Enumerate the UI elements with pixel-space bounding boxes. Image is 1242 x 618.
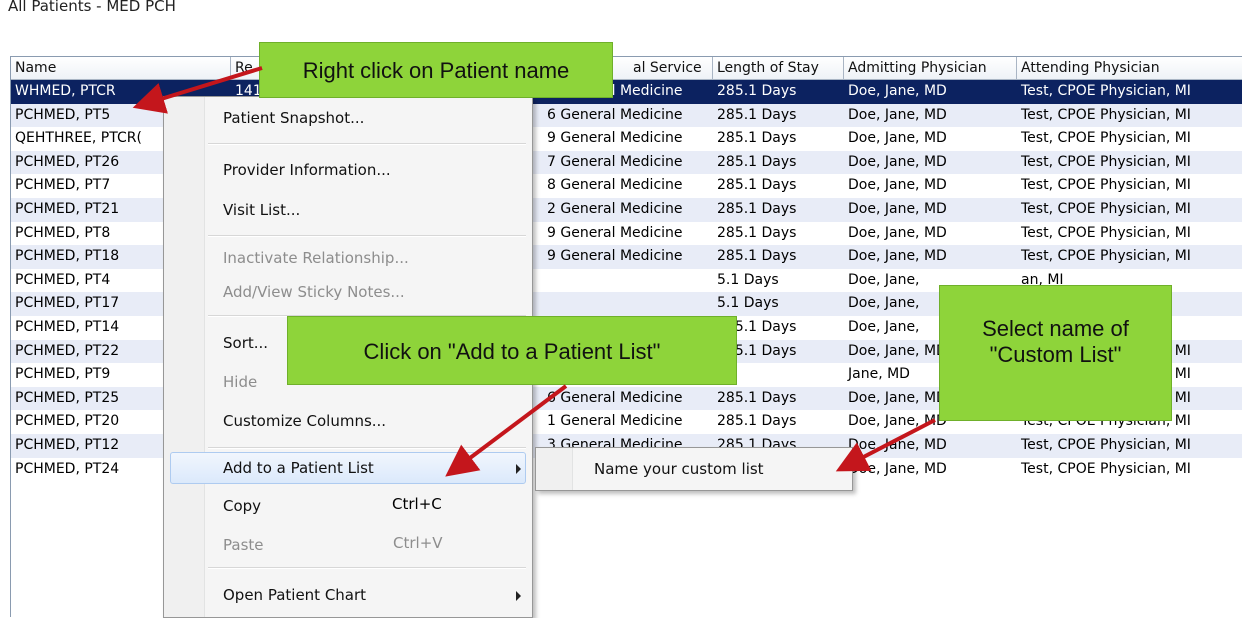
menu-separator xyxy=(208,567,526,569)
cell-service: 6 General Medicine xyxy=(547,106,683,123)
cell-service xyxy=(531,269,713,293)
submenu-item-custom-list[interactable]: Name your custom list xyxy=(594,460,764,478)
cell-service: 7 General Medicine xyxy=(547,153,683,170)
cell-length-of-stay: 285.1 Days xyxy=(717,153,797,170)
paste-shortcut: Ctrl+V xyxy=(393,534,443,552)
cell-length-of-stay: 285.1 Days xyxy=(717,130,797,147)
cell-service: 9 General Medicine xyxy=(547,224,683,241)
patient-list-submenu: Name your custom list xyxy=(535,447,853,491)
cell-attending-physician: Test, CPOE Physician, MI xyxy=(1021,437,1191,453)
callout-add-to-list: Click on "Add to a Patient List" xyxy=(287,316,737,385)
cell-attending-physician: Test, CPOE Physician, MI xyxy=(1021,177,1191,194)
cell-length-of-stay: 285.1 Days xyxy=(717,248,797,265)
cell-service: 8 General Medicine xyxy=(547,177,683,194)
menu-item-paste: Paste xyxy=(223,536,264,554)
column-header-attending-physician[interactable]: Attending Physician xyxy=(1017,57,1242,79)
cell-admitting-physician: Doe, Jane, MD xyxy=(848,201,947,217)
menu-item-hide: Hide xyxy=(223,373,258,391)
menu-separator xyxy=(208,143,526,145)
menu-item-patient-snapshot[interactable]: Patient Snapshot... xyxy=(223,109,364,127)
cell-attending-physician: Test, CPOE Physician, MI xyxy=(1021,83,1191,99)
cell-service: 9 General Medicine xyxy=(547,248,683,265)
cell-attending-physician: Test, CPOE Physician, MI xyxy=(1021,224,1191,241)
submenu-arrow-icon xyxy=(516,464,521,474)
menu-item-customize-columns[interactable]: Customize Columns... xyxy=(223,412,386,430)
cell-length-of-stay: 5.1 Days xyxy=(717,295,779,312)
menu-item-add-to-patient-list[interactable]: Add to a Patient List xyxy=(223,459,374,477)
cell-attending-physician: Test, CPOE Physician, MI xyxy=(1021,153,1191,170)
menu-icon-gutter xyxy=(536,448,573,490)
menu-separator xyxy=(208,447,526,449)
menu-item-sticky-notes: Add/View Sticky Notes... xyxy=(223,283,405,301)
column-header-admitting-physician[interactable]: Admitting Physician xyxy=(844,57,1017,79)
cell-length-of-stay: 285.1 Days xyxy=(717,389,797,406)
cell-attending-physician: Test, CPOE Physician, MI xyxy=(1021,201,1191,217)
callout-select-custom-list: Select name of "Custom List" xyxy=(939,285,1172,421)
cell-service: 1 General Medicine xyxy=(547,413,683,430)
cell-length-of-stay: 285.1 Days xyxy=(717,413,797,430)
cell-service: 6 General Medicine xyxy=(547,389,683,406)
column-header-name[interactable]: Name xyxy=(11,57,231,79)
cell-admitting-physician: Doe, Jane, MD xyxy=(848,153,947,170)
cell-admitting-physician: Doe, Jane, MD xyxy=(848,460,947,477)
menu-item-inactivate-relationship: Inactivate Relationship... xyxy=(223,249,409,267)
menu-icon-gutter xyxy=(164,97,205,617)
cell-admitting-physician: Doe, Jane, MD xyxy=(848,83,947,99)
cell-admitting-physician: Doe, Jane, MD xyxy=(848,106,947,123)
menu-item-open-patient-chart[interactable]: Open Patient Chart xyxy=(223,586,366,604)
cell-service: 9 General Medicine xyxy=(547,130,683,147)
cell-attending-physician: Test, CPOE Physician, MI xyxy=(1021,460,1191,477)
callout-line: "Custom List" xyxy=(989,342,1122,367)
grid-header: Name Re al Service Length of Stay Admitt… xyxy=(11,57,1242,80)
cell-length-of-stay: 285.1 Days xyxy=(717,83,797,99)
cell-admitting-physician: Doe, Jane, MD xyxy=(848,224,947,241)
cell-attending-physician: Test, CPOE Physician, MI xyxy=(1021,248,1191,265)
cell-length-of-stay: 285.1 Days xyxy=(717,177,797,194)
cell-service xyxy=(531,292,713,316)
menu-item-provider-information[interactable]: Provider Information... xyxy=(223,161,391,179)
cell-service: 2 General Medicine xyxy=(547,201,683,217)
copy-shortcut: Ctrl+C xyxy=(392,495,442,513)
cell-length-of-stay: 285.1 Days xyxy=(717,106,797,123)
cell-length-of-stay: 285.1 Days xyxy=(717,224,797,241)
menu-separator xyxy=(208,235,526,237)
callout-line: Select name of xyxy=(982,316,1129,341)
window-title: All Patients - MED PCH xyxy=(8,0,176,15)
submenu-arrow-icon xyxy=(516,591,521,601)
cell-length-of-stay: 285.1 Days xyxy=(717,201,797,217)
cell-admitting-physician: Doe, Jane, MD xyxy=(848,437,947,453)
menu-item-visit-list[interactable]: Visit List... xyxy=(223,201,300,219)
cell-admitting-physician: Doe, Jane, MD xyxy=(848,177,947,194)
menu-item-sort[interactable]: Sort... xyxy=(223,334,268,352)
cell-attending-physician: Test, CPOE Physician, MI xyxy=(1021,130,1191,147)
cell-admitting-physician: Doe, Jane, MD xyxy=(848,130,947,147)
cell-length-of-stay: 5.1 Days xyxy=(717,271,779,288)
column-header-length-of-stay[interactable]: Length of Stay xyxy=(713,57,844,79)
cell-attending-physician: Test, CPOE Physician, MI xyxy=(1021,106,1191,123)
menu-item-copy[interactable]: Copy xyxy=(223,497,261,515)
cell-admitting-physician: Doe, Jane, MD xyxy=(848,248,947,265)
callout-right-click: Right click on Patient name xyxy=(259,42,613,98)
